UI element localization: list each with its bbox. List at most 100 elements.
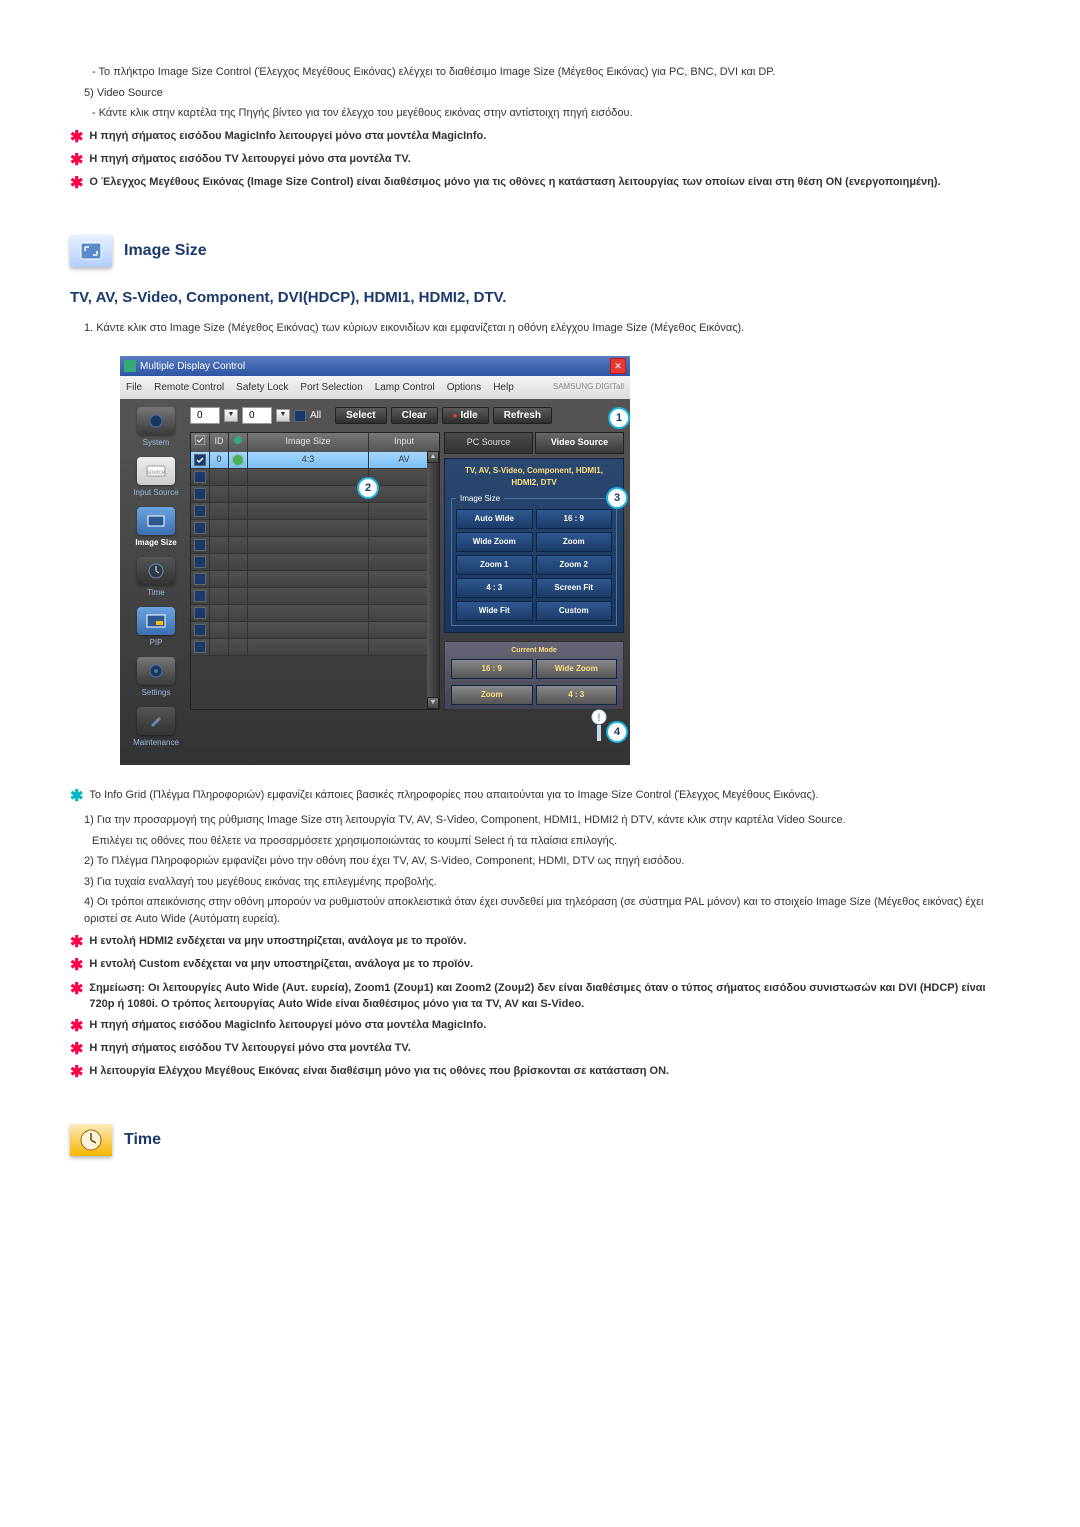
btn-p2-wide-zoom[interactable]: Wide Zoom: [536, 659, 618, 679]
grid-scrollbar[interactable]: ▲ ▼: [427, 451, 439, 709]
brand-label: SAMSUNG DIGITall: [549, 378, 628, 397]
image-size-icon: [137, 507, 175, 535]
menu-file[interactable]: File: [122, 378, 146, 397]
btn-zoom-1[interactable]: Zoom 1: [456, 555, 533, 575]
menu-options[interactable]: Options: [443, 378, 485, 397]
header-status[interactable]: [229, 433, 248, 452]
grid-row-empty[interactable]: [191, 571, 439, 588]
section-title: Image Size: [124, 239, 207, 263]
list-4: 4) Οι τρόποι απεικόνισης στην οθόνη μπορ…: [70, 894, 1010, 927]
callout-1: 1: [608, 407, 630, 429]
settings-icon: [137, 657, 175, 685]
image-size-icon: [70, 235, 112, 267]
spin-1[interactable]: 0: [190, 407, 220, 424]
star-icon: ✱: [70, 933, 83, 952]
menu-remote[interactable]: Remote Control: [150, 378, 228, 397]
grid-row-empty[interactable]: [191, 588, 439, 605]
star-icon: ✱: [70, 787, 83, 806]
subsection-title: TV, AV, S-Video, Component, DVI(HDCP), H…: [70, 287, 1010, 310]
grid-row-empty[interactable]: [191, 639, 439, 656]
scroll-down-icon[interactable]: ▼: [427, 697, 439, 709]
callout-3: 3: [606, 487, 628, 509]
header-check[interactable]: [191, 433, 210, 452]
time-icon: [137, 557, 175, 585]
btn-zoom[interactable]: Zoom: [536, 532, 613, 552]
grid-row-empty[interactable]: [191, 503, 439, 520]
idle-button[interactable]: Idle: [442, 407, 489, 424]
close-icon[interactable]: ✕: [610, 358, 626, 374]
sidebar-input[interactable]: source Input Source: [126, 455, 186, 501]
star-icon: ✱: [70, 1040, 83, 1059]
svg-text:!: !: [597, 712, 601, 724]
refresh-button[interactable]: Refresh: [493, 407, 552, 424]
btn-p2-16-9[interactable]: 16 : 9: [451, 659, 533, 679]
sidebar-time[interactable]: Time: [126, 555, 186, 601]
all-checkbox[interactable]: [294, 410, 306, 422]
titlebar[interactable]: Multiple Display Control ✕: [120, 356, 630, 376]
clear-button[interactable]: Clear: [391, 407, 438, 424]
btn-p2-zoom[interactable]: Zoom: [451, 685, 533, 705]
grid-row-empty[interactable]: [191, 554, 439, 571]
list-1b: Επιλέγει τις οθόνες που θέλετε να προσαρ…: [70, 833, 1010, 850]
btn-16-9[interactable]: 16 : 9: [536, 509, 613, 529]
sidebar-image-size[interactable]: Image Size: [126, 505, 186, 551]
note-custom: ✱ Η εντολή Custom ενδέχεται να μην υποστ…: [70, 954, 1010, 977]
grid-row-empty[interactable]: [191, 537, 439, 554]
section-image-size: Image Size: [70, 235, 1010, 267]
grid-row-empty[interactable]: [191, 622, 439, 639]
grid-row-empty[interactable]: [191, 520, 439, 537]
status-dot-icon: [233, 455, 243, 465]
all-label: All: [310, 408, 321, 423]
menu-safety[interactable]: Safety Lock: [232, 378, 292, 397]
scroll-up-icon[interactable]: ▲: [427, 451, 439, 463]
star-icon: ✱: [70, 1017, 83, 1036]
sidebar-maintenance[interactable]: Maintenance: [126, 705, 186, 751]
header-image-size[interactable]: Image Size: [248, 433, 369, 452]
section-title-time: Time: [124, 1128, 161, 1152]
grid-row-empty[interactable]: [191, 486, 439, 503]
info-grid: ID Image Size Input 0 4:3 AV: [190, 432, 440, 710]
toolbar: 0 ▼ 0 ▼ All Select Clear Idle Refresh 1: [190, 405, 624, 432]
menu-lamp[interactable]: Lamp Control: [371, 378, 439, 397]
note-magicinfo: ✱ Η πηγή σήματος εισόδου MagicInfo λειτο…: [70, 1015, 1010, 1038]
panel-header: TV, AV, S-Video, Component, HDMI1, HDMI2…: [451, 463, 617, 493]
btn-p2-4-3[interactable]: 4 : 3: [536, 685, 618, 705]
btn-screen-fit[interactable]: Screen Fit: [536, 578, 613, 598]
step-1: 1. Κάντε κλικ στο Image Size (Μέγεθος Ει…: [70, 320, 1010, 337]
grid-row-empty[interactable]: [191, 605, 439, 622]
grid-row-empty[interactable]: [191, 469, 439, 486]
header-input[interactable]: Input: [369, 433, 439, 452]
header-id[interactable]: ID: [210, 433, 229, 452]
drop-1-icon[interactable]: ▼: [224, 409, 238, 422]
pip-icon: [137, 607, 175, 635]
current-mode-panel: Current Mode 16 : 9 Wide Zoom Zoom 4 : 3…: [444, 641, 624, 711]
list-1a: 1) Για την προσαρμογή της ρύθμισης Image…: [70, 812, 1010, 829]
menu-help[interactable]: Help: [489, 378, 518, 397]
sidebar-system[interactable]: System: [126, 405, 186, 451]
note-on: ✱ Η λειτουργία Ελέγχου Μεγέθους Εικόνας …: [70, 1061, 1010, 1084]
panel2-header: Current Mode: [451, 646, 617, 657]
drop-2-icon[interactable]: ▼: [276, 409, 290, 422]
sidebar-settings[interactable]: Settings: [126, 655, 186, 701]
tab-video-source[interactable]: Video Source: [535, 432, 624, 454]
sidebar-pip[interactable]: PIP: [126, 605, 186, 651]
btn-zoom-2[interactable]: Zoom 2: [536, 555, 613, 575]
list-2: 2) Το Πλέγμα Πληροφοριών εμφανίζει μόνο …: [70, 853, 1010, 870]
row-checkbox[interactable]: [194, 454, 206, 466]
list-3: 3) Για τυχαία εναλλαγή του μεγέθους εικό…: [70, 874, 1010, 891]
btn-4-3[interactable]: 4 : 3: [456, 578, 533, 598]
note-3: ✱ Ο Έλεγχος Μεγέθους Εικόνας (Image Size…: [70, 172, 1010, 195]
note-2: ✱ Η πηγή σήματος εισόδου TV λειτουργεί μ…: [70, 149, 1010, 172]
btn-auto-wide[interactable]: Auto Wide: [456, 509, 533, 529]
btn-wide-fit[interactable]: Wide Fit: [456, 601, 533, 621]
tab-pc-source[interactable]: PC Source: [444, 432, 533, 454]
spin-2[interactable]: 0: [242, 407, 272, 424]
menu-port[interactable]: Port Selection: [296, 378, 366, 397]
window-title: Multiple Display Control: [124, 359, 245, 374]
note-hdmi2: ✱ Η εντολή HDMI2 ενδέχεται να μην υποστη…: [70, 931, 1010, 954]
btn-custom[interactable]: Custom: [536, 601, 613, 621]
grid-row-0[interactable]: 0 4:3 AV: [191, 452, 439, 469]
item-5: 5) Video Source: [70, 85, 1010, 102]
btn-wide-zoom[interactable]: Wide Zoom: [456, 532, 533, 552]
select-button[interactable]: Select: [335, 407, 386, 424]
